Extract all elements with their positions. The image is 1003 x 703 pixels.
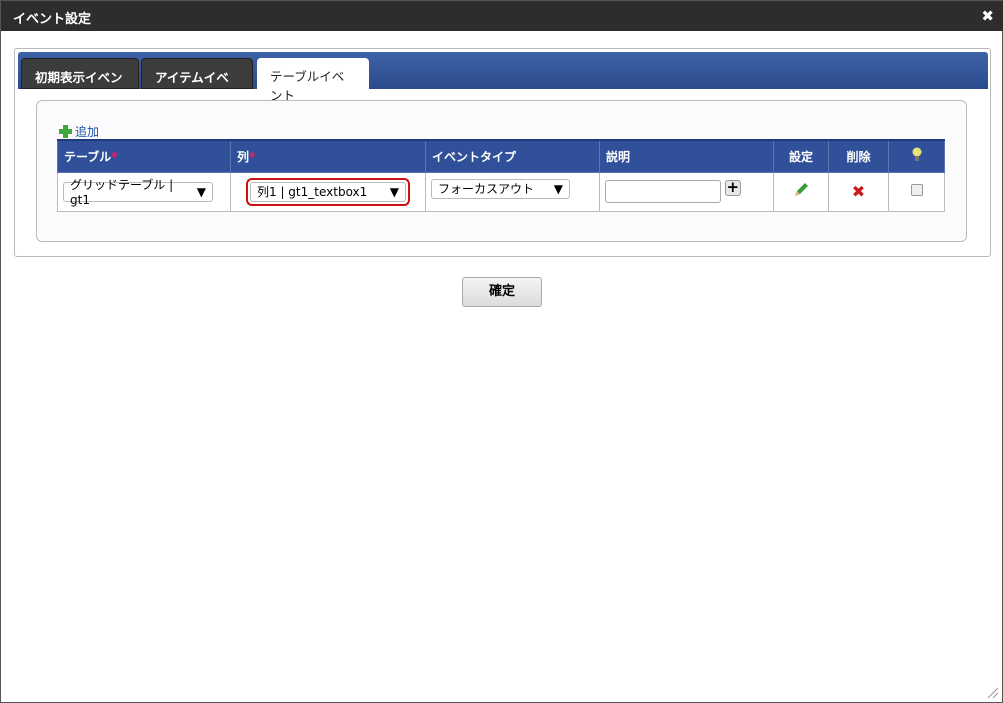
header-column: 列* (230, 139, 426, 173)
dropdown-arrow-icon: ▼ (389, 184, 399, 199)
event-type-select[interactable]: フォーカスアウト ▼ (431, 178, 570, 199)
confirm-button[interactable]: 確定 (462, 277, 542, 307)
column-select[interactable]: 列1 | gt1_textbox1 ▼ (250, 181, 406, 202)
event-table: テーブル* 列* イベントタイプ 説明 設定 削除 グリッドテーブル | gt1… (57, 139, 945, 212)
delete-x-icon[interactable]: ✖ (852, 182, 865, 201)
header-settings: 設定 (773, 139, 829, 173)
plus-icon (59, 125, 72, 138)
header-description: 説明 (599, 139, 774, 173)
dialog-title-bar[interactable]: イベント設定 ✖ (1, 1, 1003, 31)
add-label: 追加 (75, 125, 100, 139)
column-select-highlight: 列1 | gt1_textbox1 ▼ (246, 177, 410, 206)
resize-grip-icon[interactable] (988, 688, 998, 698)
header-event-type: イベントタイプ (425, 139, 600, 173)
description-textarea[interactable] (605, 180, 721, 203)
add-button[interactable]: 追加 (59, 123, 99, 140)
header-table: テーブル* (57, 139, 231, 173)
header-delete: 削除 (828, 139, 889, 173)
lightbulb-icon (888, 139, 945, 173)
tab-bar: 初期表示イベント アイテムイベント テーブルイベント (18, 52, 988, 104)
row-checkbox[interactable] (910, 184, 923, 196)
dialog-title: イベント設定 (13, 12, 92, 27)
pencil-edit-icon[interactable] (793, 183, 809, 201)
dropdown-arrow-icon: ▼ (196, 184, 206, 199)
expand-plus-button[interactable]: + (724, 180, 741, 196)
table-event-fieldset: 追加 テーブル* 列* イベントタイプ 説明 設定 削除 グリッドテーブル | … (36, 100, 967, 242)
tab-table-event[interactable]: テーブルイベント (257, 58, 369, 103)
dropdown-arrow-icon: ▼ (553, 181, 563, 196)
close-icon[interactable]: ✖ (981, 7, 994, 25)
tab-panel: 初期表示イベント アイテムイベント テーブルイベント 追加 テーブル* 列* イ… (14, 48, 991, 257)
tab-item-event[interactable]: アイテムイベント (141, 58, 253, 104)
tab-initial-display-event[interactable]: 初期表示イベント (21, 58, 139, 104)
table-row: グリッドテーブル | gt1 ▼ 列1 | gt1_textbox1 ▼ フォーカス… (57, 171, 945, 212)
table-select[interactable]: グリッドテーブル | gt1 ▼ (63, 178, 213, 207)
